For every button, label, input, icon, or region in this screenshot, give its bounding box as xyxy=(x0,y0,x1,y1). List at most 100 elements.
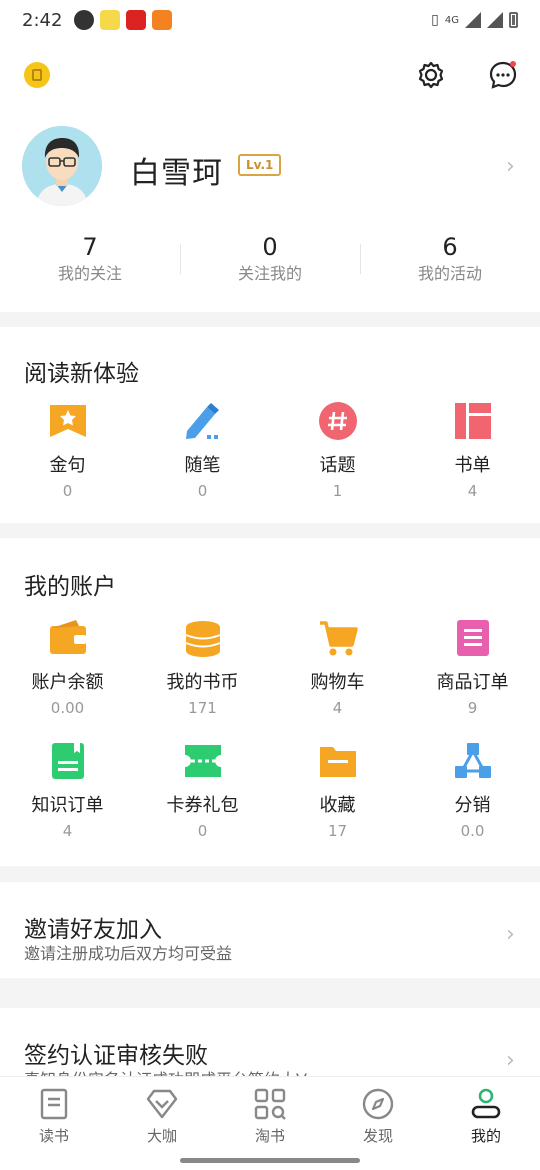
account-item-balance[interactable]: 账户余额 0.00 xyxy=(0,618,135,720)
item-value: 0.00 xyxy=(50,699,85,717)
item-name: 金句 xyxy=(49,455,86,476)
item-name: 购物车 xyxy=(310,672,365,693)
item-name: 随笔 xyxy=(184,455,221,476)
battery-icon xyxy=(509,12,518,28)
account-item-coupon[interactable]: 卡券礼包 0 xyxy=(135,741,270,843)
item-value: 0 xyxy=(197,822,208,840)
reading-item-golden-sentence[interactable]: 金句 0 xyxy=(0,401,135,503)
booklist-icon xyxy=(454,403,491,439)
item-value: 9 xyxy=(467,699,478,717)
sign-title: 签约认证审核失败 xyxy=(24,1043,208,1069)
message-icon[interactable] xyxy=(488,60,518,90)
tab-shop-books[interactable]: 淘书 xyxy=(216,1077,324,1170)
tab-label: 读书 xyxy=(38,1127,69,1145)
vip-badge-icon[interactable] xyxy=(24,62,50,88)
top-bar xyxy=(0,40,540,114)
chevron-right-icon: › xyxy=(506,1048,515,1073)
status-time: 2:42 xyxy=(22,9,63,31)
stat-label: 我的关注 xyxy=(57,264,122,283)
stat-label: 我的活动 xyxy=(417,264,482,283)
account-item-goods-order[interactable]: 商品订单 9 xyxy=(405,618,540,720)
section-title: 阅读新体验 xyxy=(24,361,139,387)
account-grid-row-2: 知识订单 4 卡券礼包 0 收藏 17 分销 0.0 xyxy=(0,741,540,843)
account-section: 我的账户 账户余额 0.00 我的书币 171 购物车 4 商品订单 9 知识订… xyxy=(0,538,540,866)
home-indicator[interactable] xyxy=(180,1158,360,1163)
item-value: 0 xyxy=(197,482,208,500)
stat-number: 0 xyxy=(262,233,278,261)
account-item-favorites[interactable]: 收藏 17 xyxy=(270,741,405,843)
coins-icon xyxy=(185,621,220,657)
signal-icon xyxy=(465,12,481,28)
system-status: ▯ 4G xyxy=(431,12,518,28)
profile-card[interactable]: 白雪珂 Lv.1 › 7 我的关注 0 关注我的 6 我的活动 xyxy=(0,114,540,312)
reading-item-topic[interactable]: 话题 1 xyxy=(270,401,405,503)
account-item-distribution[interactable]: 分销 0.0 xyxy=(405,741,540,843)
diamond-icon xyxy=(146,1089,178,1119)
account-item-knowledge-order[interactable]: 知识订单 4 xyxy=(0,741,135,843)
item-name: 分销 xyxy=(454,795,491,816)
item-value: 4 xyxy=(62,822,73,840)
tab-label: 大咖 xyxy=(146,1127,177,1145)
bottom-tab-bar: 读书 大咖 淘书 发现 我的 xyxy=(0,1076,540,1170)
sign-verification-row[interactable]: 签约认证审核失败 真知身份实名认证成功即成平台签约大V › xyxy=(0,1008,540,1076)
chevron-right-icon[interactable]: › xyxy=(506,154,515,179)
account-item-coins[interactable]: 我的书币 171 xyxy=(135,618,270,720)
invite-friends-row[interactable]: 邀请好友加入 邀请注册成功后双方均可受益 › xyxy=(0,882,540,978)
reading-section: 阅读新体验 金句 0 随笔 0 话题 1 书单 4 xyxy=(0,327,540,523)
weibo-notification-icon xyxy=(100,10,121,30)
reading-item-booklist[interactable]: 书单 4 xyxy=(405,401,540,503)
stat-label: 关注我的 xyxy=(237,264,302,283)
status-bar: 2:42 ▯ 4G xyxy=(0,0,540,40)
section-title: 我的账户 xyxy=(24,574,116,600)
netease-notification-icon xyxy=(126,10,147,30)
username: 白雪珂 xyxy=(130,156,223,191)
share-network-icon xyxy=(454,743,491,778)
tab-label: 我的 xyxy=(470,1127,501,1145)
item-name: 书单 xyxy=(454,455,491,476)
pencil-icon xyxy=(185,403,219,439)
knowledge-order-icon xyxy=(51,743,84,779)
item-name: 商品订单 xyxy=(436,672,509,693)
avatar[interactable] xyxy=(22,126,102,206)
item-value: 4 xyxy=(467,482,478,500)
item-name: 话题 xyxy=(319,455,356,476)
tab-label: 淘书 xyxy=(254,1127,285,1145)
reading-item-essay[interactable]: 随笔 0 xyxy=(135,401,270,503)
item-name: 卡券礼包 xyxy=(166,795,239,816)
tab-experts[interactable]: 大咖 xyxy=(108,1077,216,1170)
stat-number: 6 xyxy=(442,233,458,261)
avatar-illustration xyxy=(22,126,102,206)
item-value: 1 xyxy=(332,482,343,500)
account-grid-row-1: 账户余额 0.00 我的书币 171 购物车 4 商品订单 9 xyxy=(0,618,540,720)
uc-notification-icon xyxy=(152,10,173,30)
unread-dot xyxy=(510,61,516,67)
sign-subtitle: 真知身份实名认证成功即成平台签约大V xyxy=(24,1066,307,1076)
settings-gear-icon[interactable] xyxy=(416,60,446,90)
tab-read[interactable]: 读书 xyxy=(0,1077,108,1170)
tab-mine[interactable]: 我的 xyxy=(432,1077,540,1170)
stat-activities[interactable]: 6 我的活动 xyxy=(360,232,540,286)
stat-followers[interactable]: 0 关注我的 xyxy=(180,232,360,286)
folder-icon xyxy=(319,747,356,777)
stat-number: 7 xyxy=(82,233,98,261)
message-notification-icon xyxy=(74,10,95,30)
grid-search-icon xyxy=(254,1088,286,1120)
signal-icon-2 xyxy=(487,12,503,28)
book-icon xyxy=(40,1088,68,1120)
vibrate-icon: ▯ xyxy=(431,12,439,28)
item-value: 4 xyxy=(332,699,343,717)
chevron-right-icon: › xyxy=(506,922,515,947)
item-name: 我的书币 xyxy=(166,672,239,693)
stat-following[interactable]: 7 我的关注 xyxy=(0,232,180,286)
wallet-icon xyxy=(49,620,86,654)
item-value: 17 xyxy=(327,822,348,840)
account-item-cart[interactable]: 购物车 4 xyxy=(270,618,405,720)
tab-discover[interactable]: 发现 xyxy=(324,1077,432,1170)
invite-title: 邀请好友加入 xyxy=(24,917,162,943)
order-icon xyxy=(456,620,489,656)
star-bookmark-icon xyxy=(49,405,86,437)
item-name: 收藏 xyxy=(319,795,356,816)
compass-icon xyxy=(362,1088,394,1120)
cart-icon xyxy=(319,621,358,656)
coupon-icon xyxy=(184,745,221,777)
